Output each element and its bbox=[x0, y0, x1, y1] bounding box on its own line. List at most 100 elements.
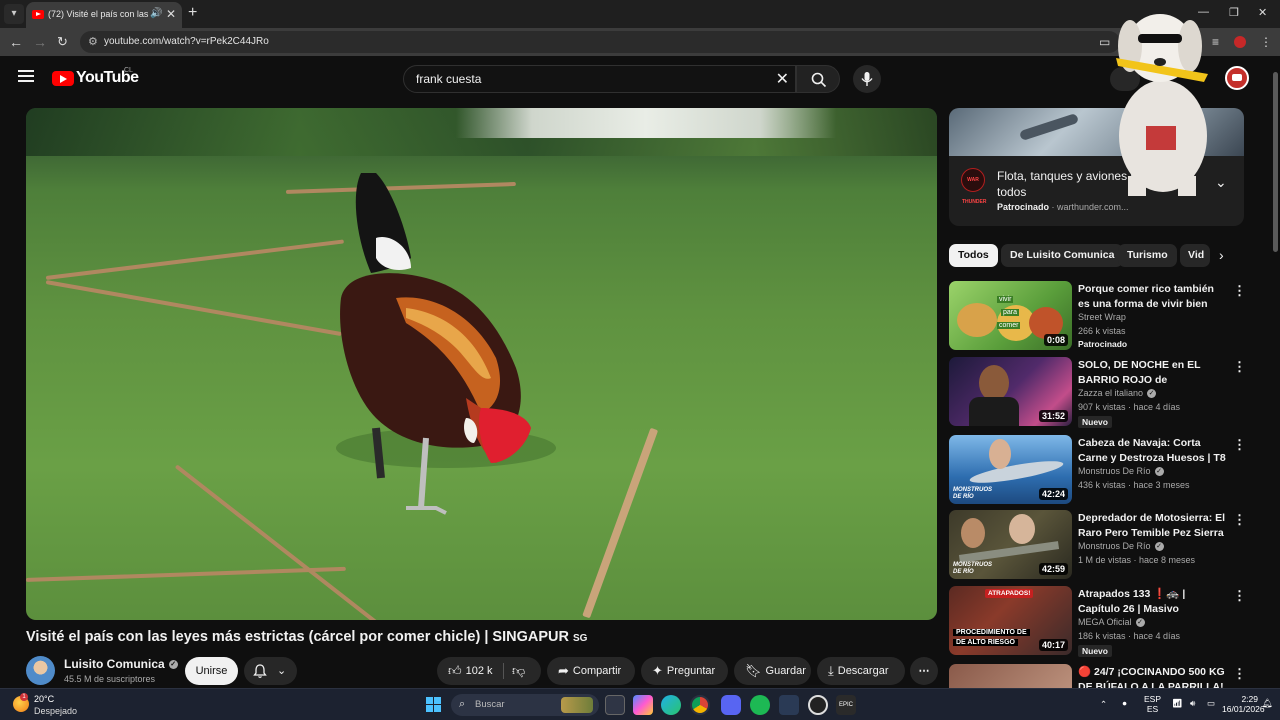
forward-icon[interactable]: → bbox=[33, 34, 47, 50]
reload-icon[interactable]: ↻ bbox=[57, 34, 68, 50]
tray-overflow-icon[interactable]: ⌃ bbox=[1100, 699, 1107, 710]
epic-games-icon[interactable]: EPIC bbox=[836, 695, 856, 715]
ask-label: Preguntar bbox=[666, 665, 716, 677]
page-scrollbar[interactable] bbox=[1271, 56, 1280, 688]
recommendation-item[interactable]: MONSTRUOS DE RÍO 42:59 Depredador de Mot… bbox=[949, 510, 1249, 582]
video-thumbnail[interactable]: MONSTRUOS DE RÍO 42:59 bbox=[949, 510, 1072, 579]
video-title: Visité el país con las leyes más estrict… bbox=[26, 629, 587, 645]
tab-search-menu-icon[interactable]: ▾ bbox=[4, 4, 24, 24]
new-tab-icon[interactable]: + bbox=[188, 4, 197, 22]
spotify-icon[interactable] bbox=[750, 695, 770, 715]
channel-name[interactable]: Street Wrap bbox=[1078, 312, 1126, 322]
windows-start-icon[interactable] bbox=[426, 697, 441, 712]
speaker-icon[interactable]: 🔊 bbox=[150, 8, 162, 19]
close-window-icon[interactable]: ✕ bbox=[1258, 6, 1267, 19]
video-title[interactable]: 🔴 24/7 ¡COCINANDO 500 KG DE BÚFALO A LA … bbox=[1078, 665, 1228, 688]
save-button[interactable]: 🔖︎ Guardar bbox=[734, 657, 811, 685]
video-duration: 31:52 bbox=[1038, 410, 1068, 422]
back-icon[interactable]: ← bbox=[9, 34, 23, 50]
thumb-text: DE ALTO RIESGO bbox=[953, 639, 1018, 646]
chip-videos[interactable]: Vid bbox=[1180, 244, 1210, 267]
download-button[interactable]: ⤓ Descargar bbox=[817, 657, 905, 685]
chip-channel[interactable]: De Luisito Comunica bbox=[1001, 244, 1124, 267]
volume-icon[interactable]: 🔊︎ bbox=[1190, 698, 1195, 709]
channel-name[interactable]: Monstruos De Río ✓ bbox=[1078, 466, 1164, 477]
steam-icon[interactable] bbox=[808, 695, 828, 715]
site-info-icon[interactable]: ⚙ bbox=[88, 35, 98, 48]
more-vertical-icon[interactable]: ⋮ bbox=[1233, 283, 1246, 299]
voice-search-button[interactable] bbox=[853, 65, 881, 93]
like-button[interactable]: 👍︎ 102 k bbox=[437, 663, 493, 678]
more-actions-button[interactable]: ⋯ bbox=[910, 657, 938, 685]
more-vertical-icon[interactable]: ⋮ bbox=[1233, 437, 1246, 453]
chevron-right-icon[interactable]: › bbox=[1219, 247, 1224, 263]
recommendation-item[interactable]: 🔴 24/7 ¡COCINANDO 500 KG DE BÚFALO A LA … bbox=[949, 664, 1249, 688]
battery-icon[interactable]: ▭ bbox=[1207, 698, 1215, 709]
more-vertical-icon[interactable]: ⋮ bbox=[1233, 359, 1246, 375]
channel-name[interactable]: MEGA Oficial ✓ bbox=[1078, 617, 1145, 628]
channel-avatar[interactable] bbox=[26, 656, 55, 685]
guide-menu-icon[interactable] bbox=[18, 70, 34, 82]
verified-badge-icon: ✓ bbox=[1135, 618, 1145, 628]
search-input[interactable]: frank cuesta ✕ bbox=[403, 65, 796, 93]
chrome-icon[interactable] bbox=[690, 695, 710, 715]
share-button[interactable]: ➦ Compartir bbox=[547, 657, 635, 685]
video-title[interactable]: Depredador de Motosierra: El Raro Pero T… bbox=[1078, 511, 1228, 540]
recommendation-item[interactable]: 31:52 SOLO, DE NOCHE en EL BARRIO ROJO d… bbox=[949, 357, 1249, 429]
video-thumbnail[interactable]: ATRAPADOS! PROCEDIMIENTO DE DE ALTO RIES… bbox=[949, 586, 1072, 655]
video-player[interactable] bbox=[26, 108, 937, 620]
more-vertical-icon[interactable]: ⋮ bbox=[1233, 666, 1246, 682]
scrollbar-thumb[interactable] bbox=[1273, 72, 1278, 252]
weather-condition[interactable]: Despejado bbox=[34, 706, 77, 716]
language-indicator[interactable]: ESP ES bbox=[1144, 694, 1161, 714]
video-thumbnail[interactable] bbox=[949, 664, 1072, 688]
video-meta: 186 k vistas · hace 4 días bbox=[1078, 631, 1181, 641]
channel-name[interactable]: Zazza el italiano ✓ bbox=[1078, 388, 1157, 399]
thumb-text: para bbox=[1001, 309, 1020, 316]
taskbar-search[interactable]: ⌕ Buscar bbox=[451, 694, 599, 716]
browser-menu-icon[interactable]: ⋮ bbox=[1260, 35, 1272, 49]
wifi-icon[interactable]: 📶︎ bbox=[1172, 698, 1183, 709]
edge-icon[interactable] bbox=[661, 695, 681, 715]
search-button[interactable] bbox=[796, 65, 840, 93]
channel-name[interactable]: Monstruos De Río ✓ bbox=[1078, 541, 1164, 552]
video-title[interactable]: Atrapados 133 ❗🚓 | Capítulo 26 | Masivo … bbox=[1078, 587, 1228, 616]
chip-todos[interactable]: Todos bbox=[949, 244, 998, 267]
address-bar[interactable]: ⚙ youtube.com/watch?v=rPek2C44JRo bbox=[80, 31, 1120, 53]
join-button[interactable]: Unirse bbox=[185, 657, 238, 685]
taskbar-clock[interactable]: 2:29 16/01/2026 bbox=[1222, 694, 1265, 714]
youtube-logo[interactable]: YouTube bbox=[52, 68, 139, 88]
account-avatar[interactable] bbox=[1225, 66, 1249, 90]
channel-name[interactable]: Luisito Comunica ✓ bbox=[64, 657, 178, 671]
profile-avatar-icon[interactable] bbox=[1234, 36, 1246, 48]
video-thumbnail[interactable]: vivir para comer 0:08 bbox=[949, 281, 1072, 350]
video-meta: 907 k vistas · hace 4 días bbox=[1078, 402, 1181, 412]
video-title[interactable]: SOLO, DE NOCHE en EL BARRIO ROJO de SUDÁ… bbox=[1078, 358, 1228, 387]
video-title[interactable]: Cabeza de Navaja: Corta Carne y Destroza… bbox=[1078, 436, 1228, 465]
browser-tab-youtube[interactable]: (72) Visité el país con las leyes más es… bbox=[26, 2, 182, 28]
recommendation-item[interactable]: vivir para comer 0:08 Porque comer rico … bbox=[949, 281, 1249, 353]
video-thumbnail[interactable]: 31:52 bbox=[949, 357, 1072, 426]
close-tab-icon[interactable]: ✕ bbox=[166, 7, 176, 21]
weather-temperature[interactable]: 20°C bbox=[34, 694, 54, 704]
more-vertical-icon[interactable]: ⋮ bbox=[1233, 588, 1246, 604]
video-title[interactable]: Porque comer rico también es una forma d… bbox=[1078, 282, 1228, 311]
recommendation-item[interactable]: ATRAPADOS! PROCEDIMIENTO DE DE ALTO RIES… bbox=[949, 586, 1249, 658]
task-view-icon[interactable] bbox=[605, 695, 625, 715]
dislike-button[interactable]: 👎︎ bbox=[512, 657, 525, 686]
notification-bell-icon[interactable]: 🔔︎ bbox=[1262, 698, 1273, 709]
ask-button[interactable]: ✦ Preguntar bbox=[641, 657, 728, 685]
maximize-icon[interactable]: ❐ bbox=[1229, 6, 1239, 19]
windows-taskbar: 1 20°C Despejado ⌕ Buscar EPIC ⌃ ● ESP ES… bbox=[0, 688, 1280, 720]
discord-icon[interactable] bbox=[721, 695, 741, 715]
clear-search-icon[interactable]: ✕ bbox=[776, 69, 789, 89]
app-icon[interactable] bbox=[779, 695, 799, 715]
chip-turismo[interactable]: Turismo bbox=[1118, 244, 1177, 267]
recommendation-item[interactable]: MONSTRUOS DE RÍO 42:24 Cabeza de Navaja:… bbox=[949, 435, 1249, 507]
notifications-button[interactable]: ⌄ bbox=[244, 657, 297, 685]
video-thumbnail[interactable]: MONSTRUOS DE RÍO 42:24 bbox=[949, 435, 1072, 504]
tray-app-icon[interactable]: ● bbox=[1122, 698, 1127, 708]
channel-name-text: MEGA Oficial bbox=[1078, 617, 1132, 627]
more-vertical-icon[interactable]: ⋮ bbox=[1233, 512, 1246, 528]
copilot-icon[interactable] bbox=[633, 695, 653, 715]
